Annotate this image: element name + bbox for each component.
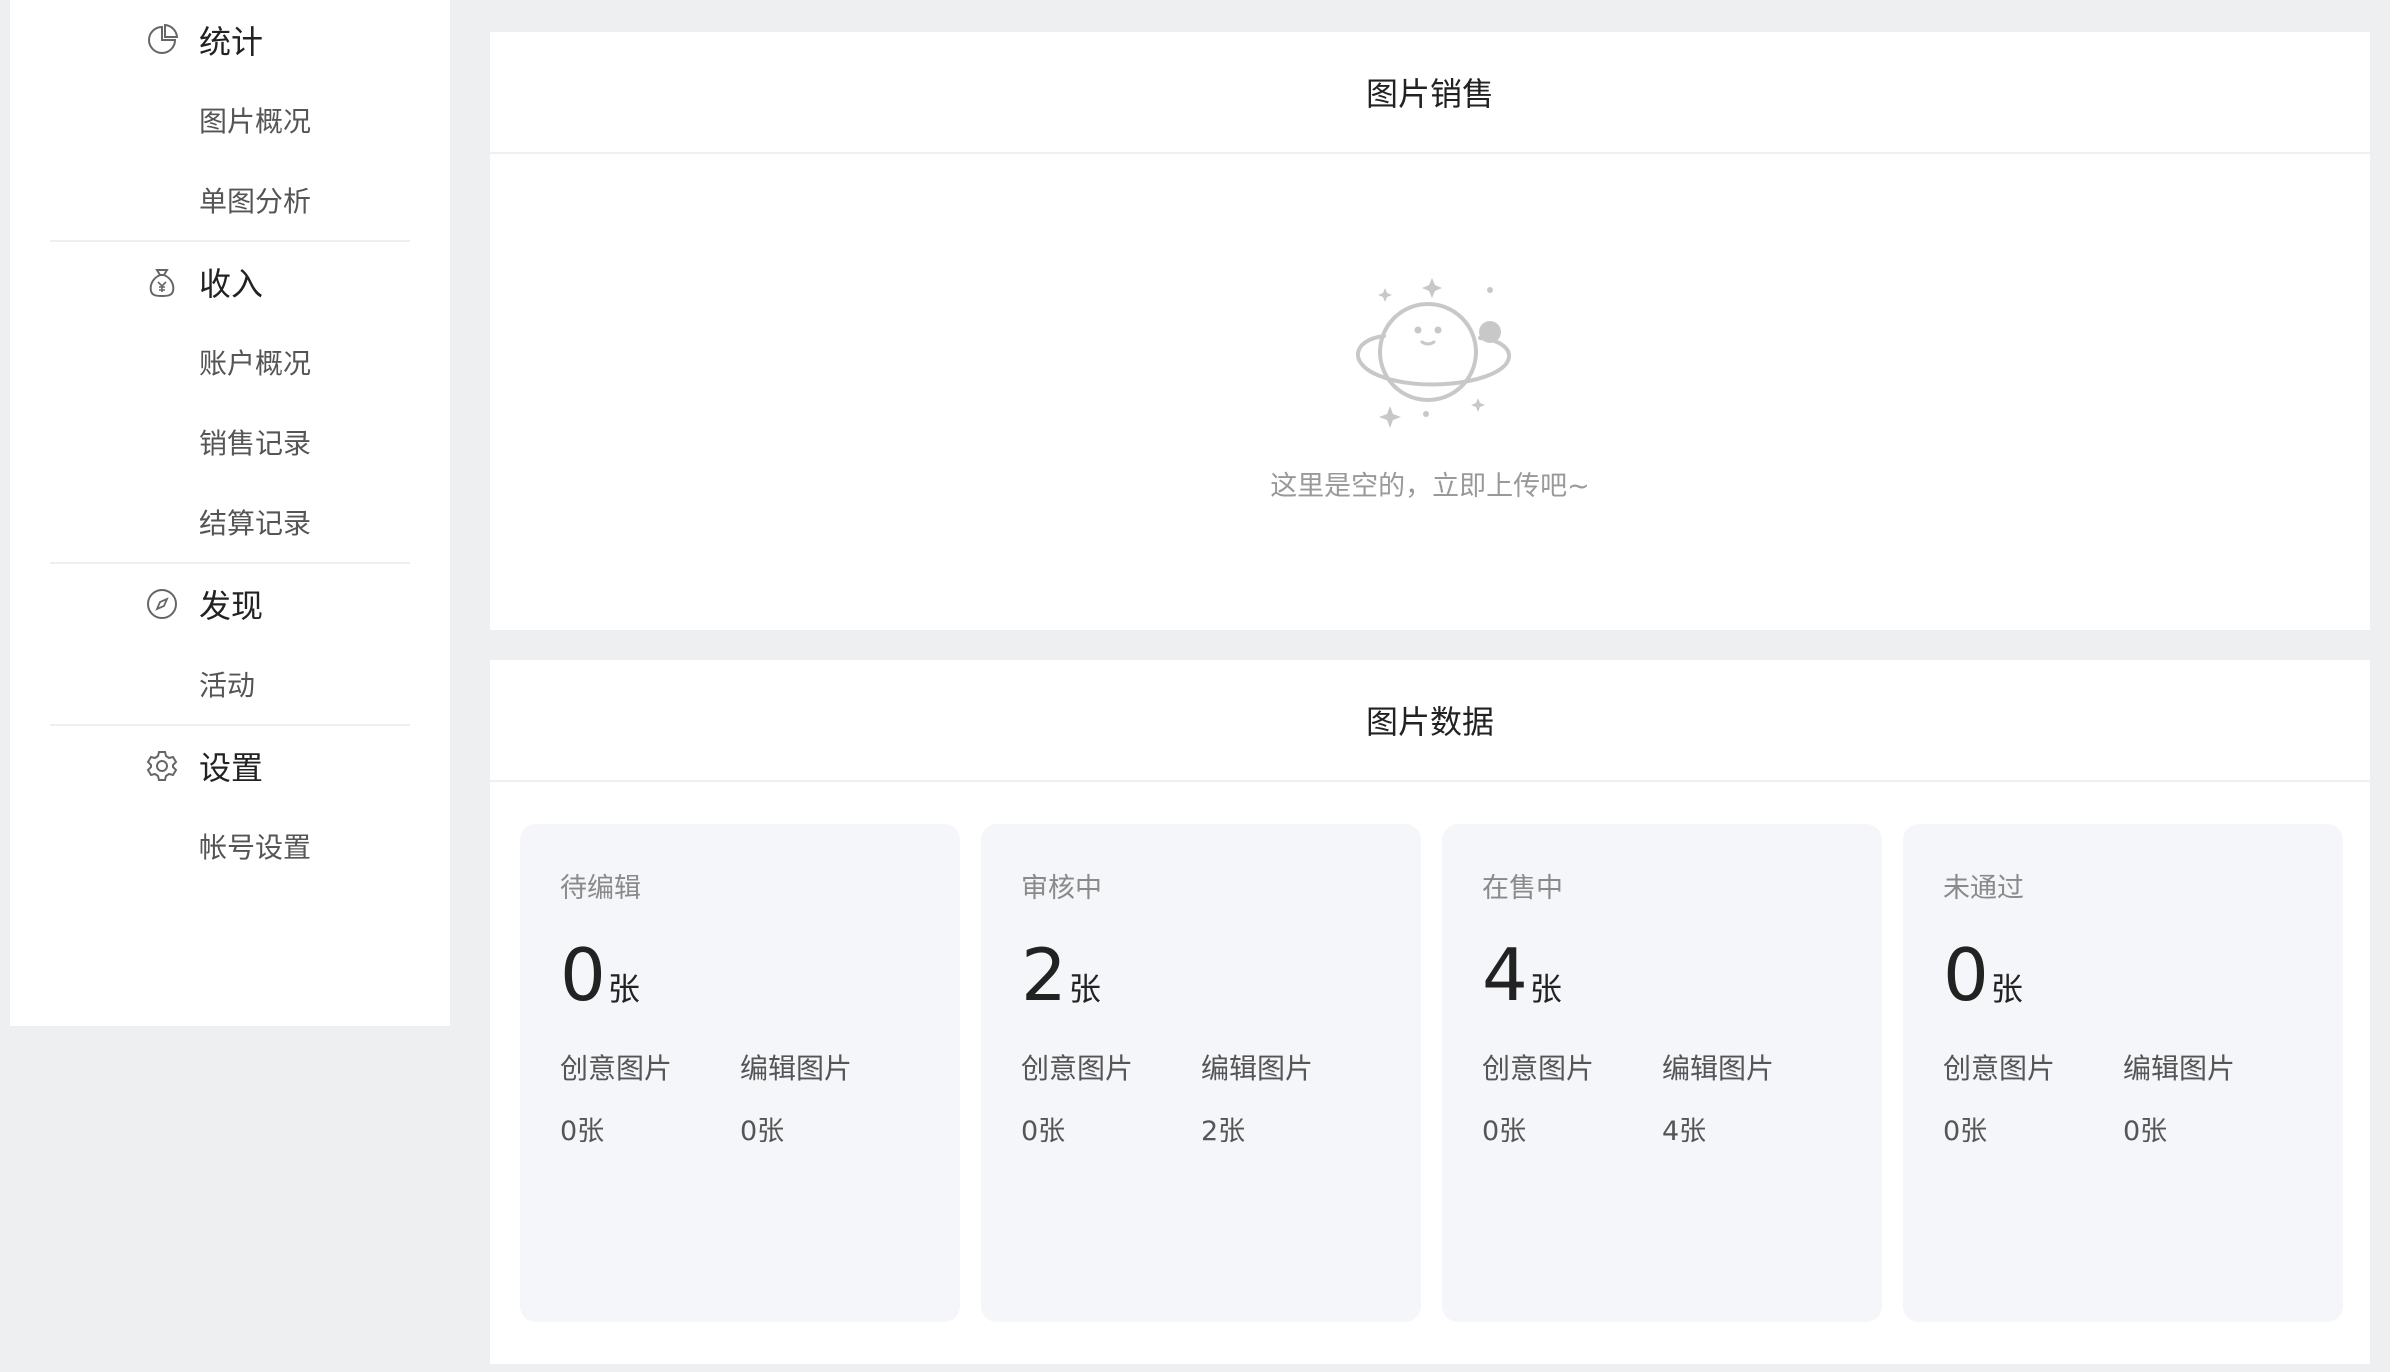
card-label: 待编辑 bbox=[560, 873, 641, 904]
breakdown-creative: 创意图片 0张 bbox=[1021, 1047, 1201, 1148]
card-breakdown: 创意图片 0张 编辑图片 0张 bbox=[560, 1047, 920, 1148]
status-card-rejected[interactable]: 未通过 0 张 创意图片 0张 编辑图片 0张 bbox=[1903, 824, 2343, 1322]
count-number: 2 bbox=[1021, 933, 1067, 1017]
status-card-pending-edit[interactable]: 待编辑 0 张 创意图片 0张 编辑图片 0张 bbox=[520, 824, 960, 1322]
card-count: 0 张 bbox=[560, 939, 920, 1011]
count-unit: 张 bbox=[1529, 970, 1562, 1008]
card-breakdown: 创意图片 0张 编辑图片 0张 bbox=[1943, 1047, 2303, 1148]
creative-value: 0张 bbox=[1482, 1116, 1527, 1147]
nav-group-label: 统计 bbox=[199, 23, 264, 61]
empty-state: 这里是空的，立即上传吧~ bbox=[490, 272, 2370, 503]
sidebar-item-single-image-analysis[interactable]: 单图分析 bbox=[50, 160, 410, 240]
image-sales-panel: 图片销售 这里是空的，立即上传吧~ bbox=[490, 32, 2370, 630]
creative-label: 创意图片 bbox=[1021, 1052, 1134, 1085]
breakdown-editorial: 编辑图片 2张 bbox=[1201, 1047, 1381, 1148]
nav-group-label: 设置 bbox=[199, 749, 264, 787]
nav-group-statistics: 统计 图片概况 单图分析 bbox=[50, 0, 410, 240]
sidebar-item-activities[interactable]: 活动 bbox=[50, 644, 410, 724]
nav-group-label: 发现 bbox=[199, 587, 264, 625]
breakdown-creative: 创意图片 0张 bbox=[560, 1047, 740, 1148]
card-breakdown: 创意图片 0张 编辑图片 2张 bbox=[1021, 1047, 1381, 1148]
sidebar-item-image-overview[interactable]: 图片概况 bbox=[50, 80, 410, 160]
creative-value: 0张 bbox=[560, 1116, 605, 1147]
nav-group-head-income[interactable]: 收入 bbox=[50, 242, 410, 322]
gear-icon bbox=[145, 749, 179, 783]
creative-label: 创意图片 bbox=[560, 1052, 673, 1085]
creative-label: 创意图片 bbox=[1943, 1052, 2056, 1085]
editorial-value: 0张 bbox=[2123, 1116, 2168, 1147]
count-unit: 张 bbox=[1990, 970, 2023, 1008]
image-sales-title: 图片销售 bbox=[490, 32, 2370, 154]
card-count: 0 张 bbox=[1943, 939, 2303, 1011]
card-count: 2 张 bbox=[1021, 939, 1381, 1011]
card-breakdown: 创意图片 0张 编辑图片 4张 bbox=[1482, 1047, 1842, 1148]
card-label: 在售中 bbox=[1482, 873, 1563, 904]
breakdown-editorial: 编辑图片 0张 bbox=[740, 1047, 920, 1148]
count-number: 0 bbox=[1943, 933, 1989, 1017]
status-card-in-review[interactable]: 审核中 2 张 创意图片 0张 编辑图片 2张 bbox=[981, 824, 1421, 1322]
card-count: 4 张 bbox=[1482, 939, 1842, 1011]
editorial-label: 编辑图片 bbox=[740, 1052, 853, 1085]
creative-value: 0张 bbox=[1021, 1116, 1066, 1147]
count-number: 4 bbox=[1482, 933, 1528, 1017]
empty-planet-icon bbox=[1356, 278, 1511, 428]
breakdown-editorial: 编辑图片 4张 bbox=[1662, 1047, 1842, 1148]
empty-state-text: 这里是空的，立即上传吧~ bbox=[1270, 471, 1590, 502]
count-number: 0 bbox=[560, 933, 606, 1017]
breakdown-creative: 创意图片 0张 bbox=[1482, 1047, 1662, 1148]
editorial-label: 编辑图片 bbox=[1201, 1052, 1314, 1085]
nav-group-head-settings[interactable]: 设置 bbox=[50, 726, 410, 806]
nav-group-label: 收入 bbox=[199, 265, 264, 303]
sidebar-item-account-settings[interactable]: 帐号设置 bbox=[50, 806, 410, 886]
compass-icon bbox=[145, 587, 179, 621]
editorial-value: 4张 bbox=[1662, 1116, 1707, 1147]
editorial-value: 2张 bbox=[1201, 1116, 1246, 1147]
count-unit: 张 bbox=[607, 970, 640, 1008]
count-unit: 张 bbox=[1068, 970, 1101, 1008]
sidebar-item-account-overview[interactable]: 账户概况 bbox=[50, 322, 410, 402]
sidebar-item-settlement-records[interactable]: 结算记录 bbox=[50, 482, 410, 562]
editorial-label: 编辑图片 bbox=[1662, 1052, 1775, 1085]
nav-group-income: 收入 账户概况 销售记录 结算记录 bbox=[50, 240, 410, 562]
sidebar: 统计 图片概况 单图分析 收入 账户概况 销售记录 结算记录 发现 活动 设置 … bbox=[10, 0, 450, 1026]
status-card-on-sale[interactable]: 在售中 4 张 创意图片 0张 编辑图片 4张 bbox=[1442, 824, 1882, 1322]
money-bag-icon bbox=[145, 265, 179, 299]
creative-label: 创意图片 bbox=[1482, 1052, 1595, 1085]
nav-group-head-statistics[interactable]: 统计 bbox=[50, 0, 410, 80]
pie-chart-icon bbox=[145, 23, 179, 57]
nav-group-settings: 设置 帐号设置 bbox=[50, 724, 410, 886]
sidebar-item-sales-records[interactable]: 销售记录 bbox=[50, 402, 410, 482]
breakdown-editorial: 编辑图片 0张 bbox=[2123, 1047, 2303, 1148]
creative-value: 0张 bbox=[1943, 1116, 1988, 1147]
nav-group-discover: 发现 活动 bbox=[50, 562, 410, 724]
card-label: 审核中 bbox=[1021, 873, 1102, 904]
breakdown-creative: 创意图片 0张 bbox=[1943, 1047, 2123, 1148]
nav-group-head-discover[interactable]: 发现 bbox=[50, 564, 410, 644]
editorial-value: 0张 bbox=[740, 1116, 785, 1147]
image-data-title: 图片数据 bbox=[490, 660, 2370, 782]
image-data-panel: 图片数据 待编辑 0 张 创意图片 0张 编辑图片 0张 审核中 2 张 创意图… bbox=[490, 660, 2370, 1364]
card-label: 未通过 bbox=[1943, 873, 2024, 904]
status-cards: 待编辑 0 张 创意图片 0张 编辑图片 0张 审核中 2 张 创意图片 0张 … bbox=[520, 824, 2343, 1322]
editorial-label: 编辑图片 bbox=[2123, 1052, 2236, 1085]
